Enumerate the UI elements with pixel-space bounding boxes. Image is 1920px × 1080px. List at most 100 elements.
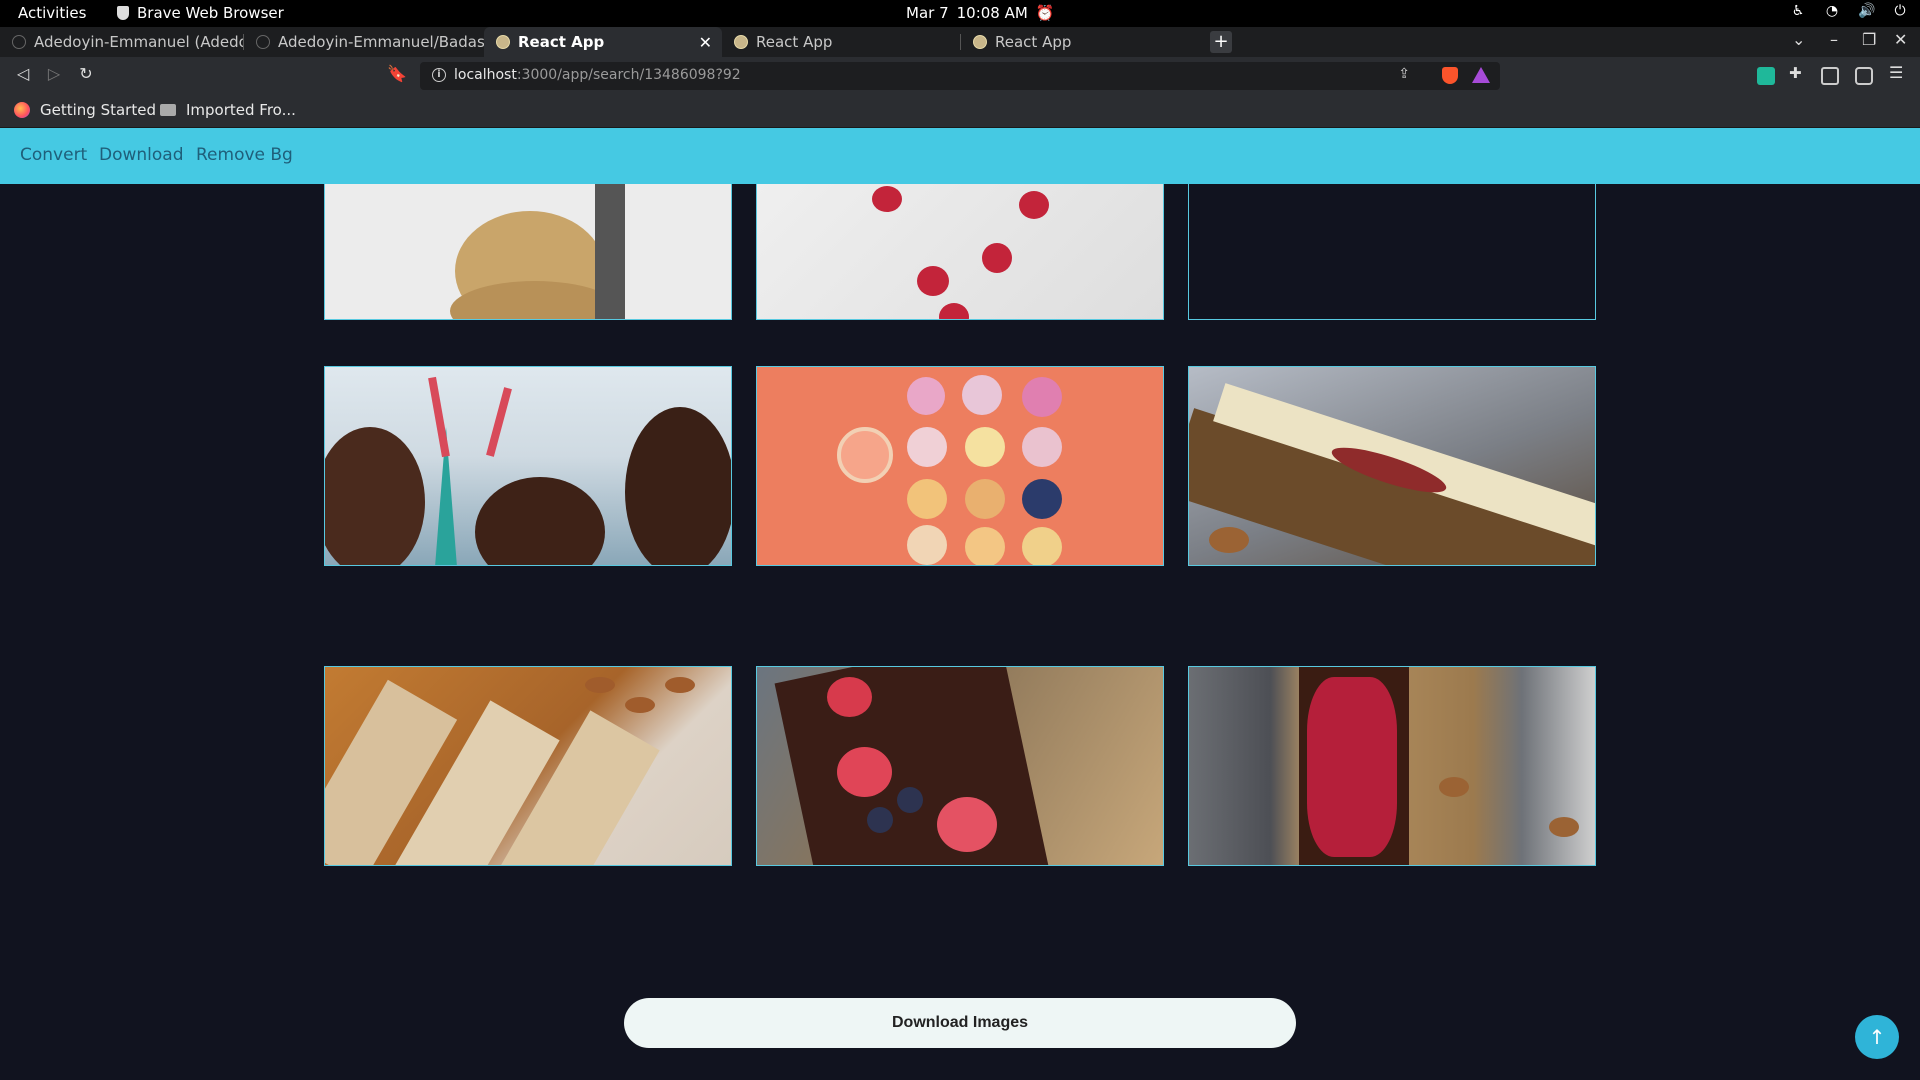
- pecan-shape: [1439, 777, 1469, 797]
- minimize-icon[interactable]: –: [1830, 30, 1838, 49]
- tab-react-app-2[interactable]: React App: [722, 27, 960, 57]
- extensions-icon[interactable]: ✚: [1789, 64, 1807, 82]
- chocolate-tree-shape: [625, 407, 731, 565]
- cookies-image[interactable]: [324, 184, 732, 320]
- github-icon: [12, 35, 26, 49]
- nav-download-link[interactable]: Download: [99, 145, 184, 165]
- address-bar[interactable]: i localhost:3000/app/search/13486098?92 …: [420, 62, 1500, 90]
- reload-icon[interactable]: ↻: [75, 64, 97, 83]
- donut-shape: [1022, 427, 1062, 467]
- forward-icon[interactable]: ▷: [43, 64, 65, 83]
- berry-chocolate-bar-image[interactable]: [756, 666, 1164, 866]
- wallet-icon[interactable]: [1855, 67, 1873, 85]
- donut-shape: [965, 479, 1005, 519]
- cranberry-chocolate-bar-image[interactable]: [1188, 666, 1596, 866]
- fruit-donuts-image[interactable]: [756, 366, 1164, 566]
- donut-shape: [907, 525, 947, 565]
- nav-remove-bg-link[interactable]: Remove Bg: [196, 145, 293, 165]
- tab-github-repo[interactable]: Adedoyin-Emmanuel/Badass: [244, 27, 484, 57]
- donut-shape: [1022, 479, 1062, 519]
- blueberry-shape: [867, 807, 893, 833]
- grammarly-extension-icon[interactable]: [1757, 67, 1775, 85]
- sidebar-icon[interactable]: [1821, 67, 1839, 85]
- brave-rewards-icon[interactable]: [1472, 67, 1490, 83]
- nav-convert-link[interactable]: Convert: [20, 145, 87, 165]
- almond-shape: [585, 677, 615, 693]
- url-host: localhost: [454, 67, 517, 83]
- empty-image-slot[interactable]: [1188, 184, 1596, 320]
- almond-shape: [625, 697, 655, 713]
- app-menu[interactable]: Brave Web Browser: [117, 4, 284, 22]
- new-tab-button[interactable]: +: [1210, 31, 1232, 53]
- app-navbar: Convert Download Remove Bg: [0, 128, 1920, 184]
- tab-github-profile[interactable]: Adedoyin-Emmanuel (Adedoy: [0, 27, 243, 57]
- strawberry-slice-shape: [837, 747, 892, 797]
- donut-shape: [907, 427, 947, 467]
- clock-time: 10:08 AM: [956, 4, 1028, 22]
- brave-logo-icon: [117, 6, 129, 20]
- bookmark-icon[interactable]: 🔖: [386, 64, 408, 83]
- browser-toolbar: ◁ ▷ ↻ 🔖 i localhost:3000/app/search/1348…: [0, 57, 1920, 94]
- menu-icon[interactable]: ☰: [1889, 63, 1907, 82]
- blueberry-shape: [897, 787, 923, 813]
- christmas-chocolates-image[interactable]: [324, 366, 732, 566]
- donuts-photo: [757, 367, 1163, 565]
- system-tray[interactable]: ♿ ◔ 🔊 ⏻: [1790, 3, 1908, 19]
- clock-date: Mar 7: [906, 4, 949, 22]
- restore-icon[interactable]: ❐: [1862, 30, 1876, 49]
- tab-title: Adedoyin-Emmanuel/Badass: [278, 33, 484, 51]
- strawberry-cupcakes-image[interactable]: [756, 184, 1164, 320]
- download-images-button[interactable]: Download Images: [624, 998, 1296, 1048]
- grapefruit-shape: [837, 427, 893, 483]
- tab-search-icon[interactable]: ⌄: [1792, 30, 1805, 49]
- bookmarks-bar: Getting Started Imported Fro...: [0, 94, 1920, 128]
- bookmark-label: Getting Started: [40, 101, 156, 119]
- strawberry-shape: [982, 243, 1012, 273]
- bookmark-label: Imported Fro...: [186, 101, 296, 119]
- share-icon[interactable]: ⇪: [1398, 66, 1410, 82]
- alarm-icon: ⏰: [1035, 4, 1055, 22]
- tab-title: React App: [518, 33, 605, 51]
- donut-shape: [907, 377, 945, 415]
- tab-react-app-3[interactable]: React App: [961, 27, 1199, 57]
- clock[interactable]: Mar 7 10:08 AM ⏰: [906, 4, 1055, 22]
- accessibility-icon[interactable]: ♿: [1790, 3, 1806, 19]
- donut-shape: [1022, 527, 1062, 565]
- tab-title: Adedoyin-Emmanuel (Adedoy: [34, 33, 243, 51]
- back-icon[interactable]: ◁: [12, 64, 34, 83]
- system-top-bar: Activities Brave Web Browser Mar 7 10:08…: [0, 0, 1920, 27]
- strawberry-shape: [1019, 191, 1049, 219]
- wifi-icon[interactable]: ◔: [1824, 3, 1840, 19]
- activities-button[interactable]: Activities: [18, 4, 86, 22]
- app-menu-label: Brave Web Browser: [137, 4, 284, 22]
- power-icon[interactable]: ⏻: [1892, 3, 1908, 19]
- bookmark-folder-imported[interactable]: Imported Fro...: [160, 101, 296, 119]
- strawberry-slice-shape: [827, 677, 872, 717]
- url-text[interactable]: localhost:3000/app/search/13486098?92: [454, 67, 741, 83]
- react-app-icon: [496, 35, 510, 49]
- scroll-to-top-button[interactable]: ↑: [1855, 1015, 1899, 1059]
- close-window-icon[interactable]: ✕: [1894, 30, 1907, 49]
- dark-chocolate-shape: [774, 667, 1050, 865]
- strawberry-shape: [872, 186, 902, 212]
- github-icon: [256, 35, 270, 49]
- react-app-icon: [973, 35, 987, 49]
- brave-shields-icon[interactable]: [1442, 67, 1458, 84]
- almond-shape: [665, 677, 695, 693]
- volume-icon[interactable]: 🔊: [1858, 3, 1875, 19]
- folder-icon: [160, 104, 176, 116]
- donut-shape: [1022, 377, 1062, 417]
- bookmark-getting-started[interactable]: Getting Started: [14, 101, 156, 119]
- react-app-icon: [734, 35, 748, 49]
- pecan-shape: [1209, 527, 1249, 553]
- white-chocolate-bar-image[interactable]: [1188, 366, 1596, 566]
- tab-strip: Adedoyin-Emmanuel (Adedoy Adedoyin-Emman…: [0, 27, 1920, 57]
- tab-react-app-active[interactable]: React App ✕: [484, 27, 722, 57]
- close-tab-icon[interactable]: ✕: [699, 33, 712, 52]
- site-info-icon[interactable]: i: [432, 68, 446, 82]
- donut-shape: [965, 427, 1005, 467]
- strawberry-shape: [917, 266, 949, 296]
- almond-nougat-image[interactable]: [324, 666, 732, 866]
- pecan-shape: [1549, 817, 1579, 837]
- donut-shape: [965, 527, 1005, 565]
